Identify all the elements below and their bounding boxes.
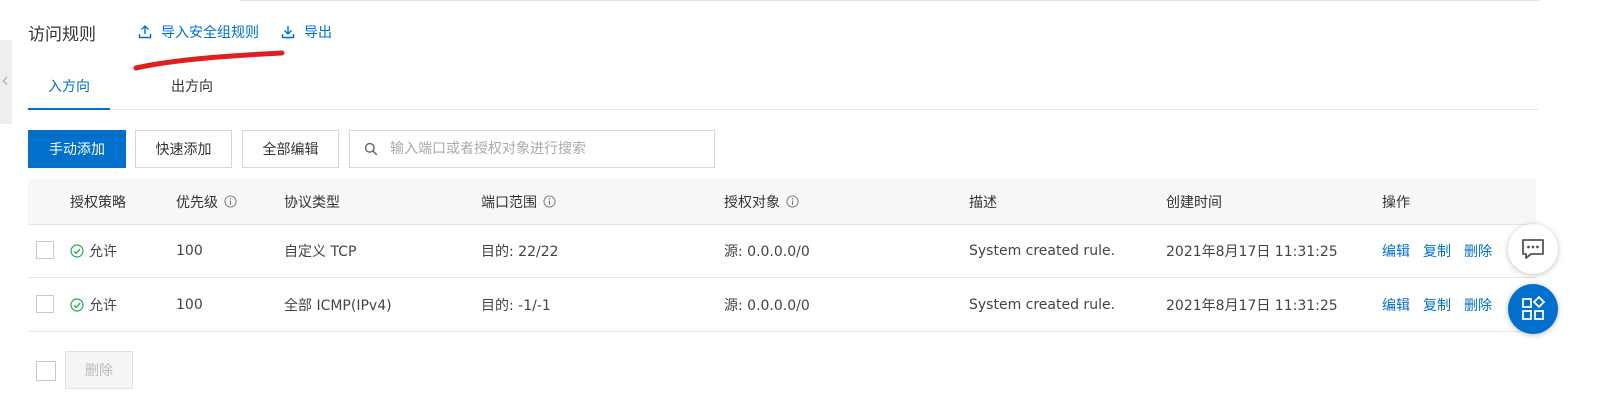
manual-add-button[interactable]: 手动添加 [28, 130, 126, 168]
tab-inbound[interactable]: 入方向 [28, 70, 110, 110]
table-row: 允许 100 全部 ICMP(IPv4) 目的: -1/-1 源: 0.0.0.… [28, 278, 1536, 332]
col-port-label: 端口范围 [481, 194, 537, 211]
apps-button[interactable] [1508, 284, 1558, 334]
copy-link[interactable]: 复制 [1423, 241, 1451, 261]
import-rules-link[interactable]: 导入安全组规则 [138, 22, 259, 42]
edit-link[interactable]: 编辑 [1382, 241, 1410, 261]
upload-icon [138, 25, 152, 39]
col-actions: 操作 [1382, 194, 1410, 211]
policy-label: 允许 [89, 297, 117, 314]
select-all-checkbox[interactable] [36, 361, 56, 381]
created-cell: 2021年8月17日 11:31:25 [1166, 297, 1338, 314]
priority-cell: 100 [176, 296, 203, 313]
export-link[interactable]: 导出 [281, 22, 332, 42]
search-icon [364, 142, 378, 156]
apps-grid-icon [1522, 296, 1546, 320]
col-description: 描述 [969, 194, 997, 211]
delete-link[interactable]: 删除 [1464, 241, 1492, 261]
col-priority-label: 优先级 [176, 194, 218, 211]
col-priority: 优先级 [176, 179, 237, 224]
edit-link[interactable]: 编辑 [1382, 295, 1410, 315]
description-cell: System created rule. [969, 242, 1116, 259]
check-circle-icon [70, 243, 84, 258]
check-circle-icon [70, 297, 84, 312]
object-cell: 源: 0.0.0.0/0 [724, 243, 810, 260]
section-header: 访问规则 导入安全组规则 导出 [28, 18, 332, 46]
port-cell: 目的: 22/22 [481, 243, 559, 260]
quick-add-button[interactable]: 快速添加 [135, 130, 232, 168]
toolbar: 手动添加 快速添加 全部编辑 [28, 130, 715, 168]
export-label: 导出 [304, 25, 332, 41]
created-cell: 2021年8月17日 11:31:25 [1166, 243, 1338, 260]
copy-link[interactable]: 复制 [1423, 295, 1451, 315]
tab-outbound[interactable]: 出方向 [152, 70, 232, 108]
object-cell: 源: 0.0.0.0/0 [724, 297, 810, 314]
direction-tabs: 入方向 出方向 [28, 70, 1538, 110]
edit-all-button[interactable]: 全部编辑 [242, 130, 339, 168]
page-title: 访问规则 [28, 24, 96, 45]
policy-cell: 允许 [70, 224, 117, 277]
col-created: 创建时间 [1166, 194, 1222, 211]
col-port: 端口范围 [481, 179, 556, 224]
description-cell: System created rule. [969, 296, 1116, 313]
sidebar-collapse-handle[interactable]: ‹ [0, 40, 12, 124]
table-header: 授权策略 优先级 协议类型 端口范围 授权对象 描述 创建时间 操作 [28, 179, 1536, 225]
table-row: 允许 100 自定义 TCP 目的: 22/22 源: 0.0.0.0/0 Sy… [28, 224, 1536, 278]
protocol-cell: 自定义 TCP [284, 243, 357, 260]
info-icon[interactable] [786, 195, 799, 208]
chat-icon [1522, 239, 1544, 259]
info-icon[interactable] [224, 195, 237, 208]
row-checkbox[interactable] [36, 295, 54, 313]
chevron-left-icon: ‹ [1, 68, 9, 92]
chat-button[interactable] [1508, 224, 1558, 274]
actions-cell: 编辑 复制 删除 [1382, 224, 1505, 277]
batch-delete-button: 删除 [65, 351, 133, 389]
policy-cell: 允许 [70, 278, 117, 331]
search-input[interactable] [388, 140, 692, 158]
col-protocol: 协议类型 [284, 194, 340, 211]
row-checkbox[interactable] [36, 241, 54, 259]
import-rules-label: 导入安全组规则 [161, 25, 259, 41]
actions-cell: 编辑 复制 删除 [1382, 278, 1505, 331]
top-divider [240, 0, 1540, 1]
download-icon [281, 26, 295, 39]
col-object: 授权对象 [724, 179, 799, 224]
search-box [349, 130, 715, 168]
priority-cell: 100 [176, 242, 203, 259]
protocol-cell: 全部 ICMP(IPv4) [284, 297, 392, 314]
col-policy: 授权策略 [70, 194, 126, 211]
col-object-label: 授权对象 [724, 194, 780, 211]
delete-link[interactable]: 删除 [1464, 295, 1492, 315]
port-cell: 目的: -1/-1 [481, 297, 551, 314]
info-icon[interactable] [543, 195, 556, 208]
policy-label: 允许 [89, 243, 117, 260]
